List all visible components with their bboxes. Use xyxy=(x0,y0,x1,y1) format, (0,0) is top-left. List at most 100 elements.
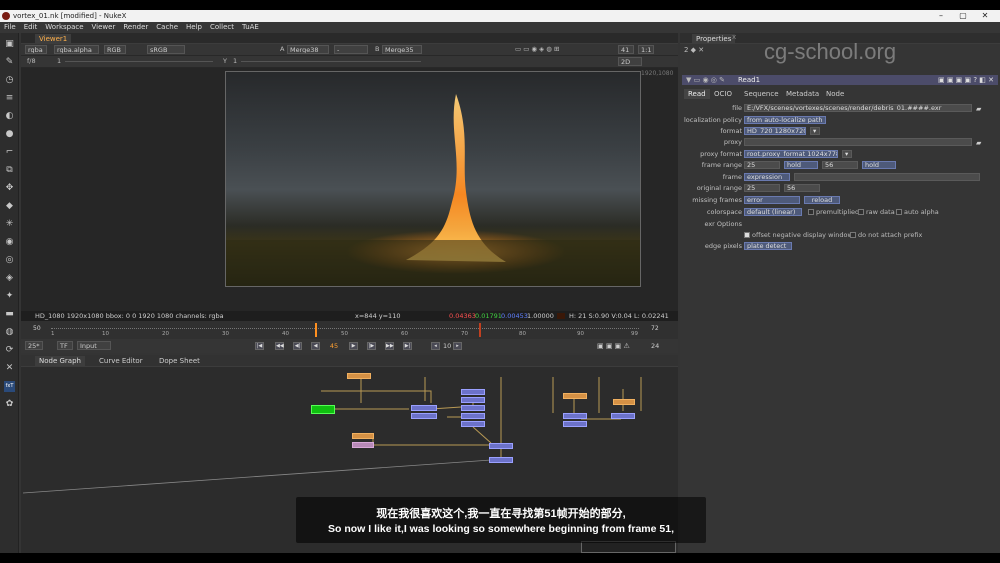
premultiplied-checkbox[interactable] xyxy=(808,209,814,215)
image-icon[interactable]: ▣ xyxy=(4,39,15,50)
node-blue[interactable] xyxy=(461,397,485,403)
close-tab-icon[interactable]: x xyxy=(732,33,736,41)
alpha-channel-dropdown[interactable]: rgba.alpha xyxy=(54,45,99,54)
frame-expression-field[interactable] xyxy=(794,173,980,181)
tab-curve-editor[interactable]: Curve Editor xyxy=(95,356,147,366)
fps-dropdown[interactable]: 25* xyxy=(25,341,43,350)
proxy-format-edit-button[interactable]: ▾ xyxy=(842,150,852,158)
tab-viewer1[interactable]: Viewer1 xyxy=(35,34,72,44)
node-blue[interactable] xyxy=(611,413,635,419)
channels-dropdown[interactable]: rgba xyxy=(25,45,47,54)
wipe-mode-dropdown[interactable]: - xyxy=(334,45,368,54)
play-backward-button[interactable]: ◀ xyxy=(311,342,320,350)
node-merge[interactable] xyxy=(411,413,437,419)
orig-end-field[interactable]: 56 xyxy=(784,184,820,192)
missing-frames-dropdown[interactable]: error xyxy=(744,196,800,204)
gamma-slider[interactable] xyxy=(241,61,421,62)
no-attach-prefix-checkbox[interactable] xyxy=(850,232,856,238)
range-start-field[interactable]: 25 xyxy=(744,161,780,169)
format-edit-button[interactable]: ▾ xyxy=(810,127,820,135)
3d-icon[interactable]: ◆ xyxy=(4,201,15,212)
node-blue[interactable] xyxy=(563,413,587,419)
time-icon[interactable]: ◷ xyxy=(4,75,15,86)
step-back-button[interactable]: ◂ xyxy=(431,342,440,350)
deep-icon[interactable]: ▬ xyxy=(4,309,15,320)
format-dropdown[interactable]: HD_720 1280x720 xyxy=(744,127,806,135)
tab-ocio[interactable]: OCIO xyxy=(710,89,736,99)
tools-icon[interactable]: ✕ xyxy=(4,363,15,374)
out-point[interactable]: 72 xyxy=(651,325,659,332)
particles-icon[interactable]: ✦ xyxy=(4,291,15,302)
furnace-icon[interactable]: ◍ xyxy=(4,327,15,338)
tab-properties[interactable]: Properties xyxy=(692,34,736,44)
current-frame-field[interactable]: 45 xyxy=(327,342,341,350)
proxy-path-field[interactable] xyxy=(744,138,972,146)
next-increment-button[interactable]: |▶ xyxy=(367,342,376,350)
node-merge[interactable] xyxy=(489,443,513,449)
other-icon[interactable]: ◈ xyxy=(4,273,15,284)
timeline-track[interactable] xyxy=(51,328,639,329)
minimize-button[interactable]: – xyxy=(932,10,950,22)
gamma-value[interactable]: 1 xyxy=(233,56,237,67)
frame-mode-dropdown[interactable]: Input xyxy=(77,341,111,350)
node-blue[interactable] xyxy=(461,413,485,419)
node-blue[interactable] xyxy=(563,421,587,427)
node-header-buttons[interactable]: ▣ ▣ ▣ ▣ ? ◧ ✕ xyxy=(938,75,994,85)
range-after-dropdown[interactable]: hold xyxy=(862,161,896,169)
raw-data-checkbox[interactable] xyxy=(858,209,864,215)
orig-start-field[interactable]: 25 xyxy=(744,184,780,192)
viewer-lut-dropdown[interactable]: sRGB xyxy=(147,45,185,54)
node-orange[interactable] xyxy=(613,399,635,405)
views-icon[interactable]: ✳ xyxy=(4,219,15,230)
proxy-format-dropdown[interactable]: root.proxy_format 1024x778 xyxy=(744,150,838,158)
menu-collect[interactable]: Collect xyxy=(206,22,238,33)
keyer-icon[interactable]: ⌐ xyxy=(4,147,15,158)
toolsets-icon[interactable]: ◎ xyxy=(4,255,15,266)
menu-help[interactable]: Help xyxy=(182,22,206,33)
plugin-icon[interactable]: ✿ xyxy=(4,399,15,410)
menu-workspace[interactable]: Workspace xyxy=(41,22,87,33)
node-orange[interactable] xyxy=(352,433,374,439)
range-end-field[interactable]: 56 xyxy=(822,161,858,169)
offset-negative-checkbox[interactable] xyxy=(744,232,750,238)
range-before-dropdown[interactable]: hold xyxy=(784,161,818,169)
node-name-field[interactable]: Read1 xyxy=(738,75,760,85)
tab-sequence[interactable]: Sequence xyxy=(740,89,783,99)
proxy-ratio-dropdown[interactable]: 1:1 xyxy=(638,45,654,54)
lock-icon[interactable]: 2 ◆ ✕ xyxy=(684,46,704,54)
menu-render[interactable]: Render xyxy=(119,22,152,33)
a-input-dropdown[interactable]: Merge38 xyxy=(287,45,329,54)
roi-icon[interactable]: ▭ ▭ ◉ ◈ ◍ ⊞ xyxy=(515,44,559,55)
draw-icon[interactable]: ✎ xyxy=(4,57,15,68)
nukex-icon[interactable]: fxT xyxy=(4,381,15,392)
playback-mode-icons[interactable]: ▣ ▣ ▣ ⚠ xyxy=(597,342,630,350)
edge-pixels-dropdown[interactable]: plate detect xyxy=(744,242,792,250)
viewer-canvas[interactable]: 1920,1080 xyxy=(21,68,678,311)
display-channel-dropdown[interactable]: RGB xyxy=(104,45,126,54)
playhead[interactable] xyxy=(315,323,317,337)
auto-alpha-checkbox[interactable] xyxy=(896,209,902,215)
view-mode-dropdown[interactable]: 2D xyxy=(618,57,642,66)
tf-dropdown[interactable]: TF xyxy=(57,341,73,350)
zoom-dropdown[interactable]: 41 xyxy=(618,45,634,54)
folder-icon[interactable]: ▰ xyxy=(976,138,981,148)
close-button[interactable]: ✕ xyxy=(976,10,994,22)
in-point[interactable]: 50 xyxy=(33,325,41,332)
play-forward-button[interactable]: ▶ xyxy=(349,342,358,350)
node-blue[interactable] xyxy=(461,405,485,411)
step-increment[interactable]: 10 xyxy=(443,342,451,350)
cara-icon[interactable]: ⟳ xyxy=(4,345,15,356)
transform-icon[interactable]: ✥ xyxy=(4,183,15,194)
b-input-dropdown[interactable]: Merge35 xyxy=(382,45,422,54)
localization-dropdown[interactable]: from auto-localize path xyxy=(744,116,826,124)
tab-node-graph[interactable]: Node Graph xyxy=(35,356,85,366)
tab-node[interactable]: Node xyxy=(822,89,848,99)
colorspace-dropdown[interactable]: default (linear) xyxy=(744,208,802,216)
reload-button[interactable]: reload xyxy=(804,196,840,204)
filter-icon[interactable]: ● xyxy=(4,129,15,140)
step-forward-button[interactable]: ▸ xyxy=(453,342,462,350)
maximize-button[interactable]: ▢ xyxy=(954,10,972,22)
node-blue[interactable] xyxy=(461,389,485,395)
prev-keyframe-button[interactable]: ◀◀ xyxy=(275,342,284,350)
node-icons[interactable]: ▼ ▭ ◉ ◎ ✎ xyxy=(686,75,725,85)
